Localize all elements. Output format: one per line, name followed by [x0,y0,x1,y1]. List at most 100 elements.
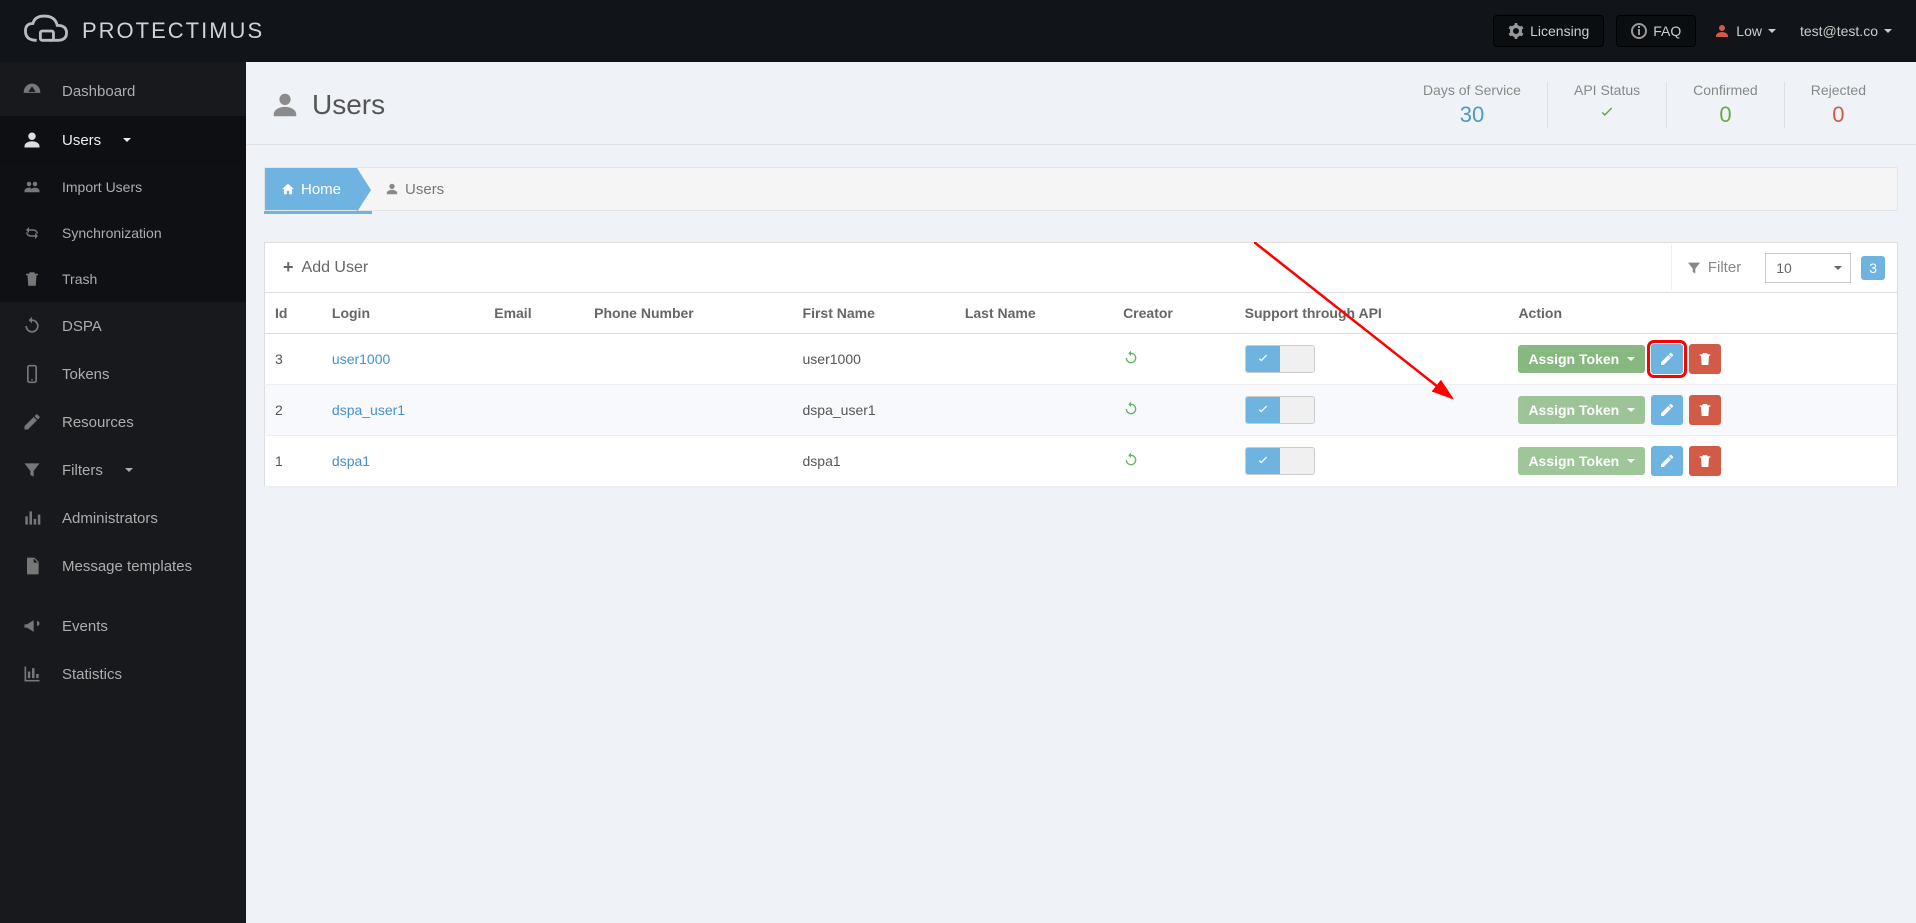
delete-button[interactable] [1689,395,1721,425]
delete-button[interactable] [1689,446,1721,476]
breadcrumb: Home Users [264,167,1898,211]
brand-logo[interactable]: PROTECTIMUS [18,10,264,52]
th-id[interactable]: Id [265,293,322,334]
nav-filters[interactable]: Filters [0,446,246,494]
nav-message-templates[interactable]: Message templates [0,542,246,590]
home-icon [281,182,295,196]
nav-statistics[interactable]: Statistics [0,650,246,698]
cell-last [955,334,1113,385]
dashboard-icon [20,80,44,102]
cell-api [1235,385,1509,436]
nav-dspa[interactable]: DSPA [0,302,246,350]
cell-phone [584,334,792,385]
nav-trash[interactable]: Trash [0,256,246,302]
nav-import-users[interactable]: Import Users [0,164,246,210]
cell-api [1235,436,1509,487]
cell-last [955,436,1113,487]
login-link[interactable]: user1000 [332,351,390,367]
delete-button[interactable] [1689,344,1721,374]
filter-button[interactable]: Filter [1671,245,1755,290]
stat-days: Days of Service 30 [1397,82,1547,128]
cell-email [484,385,584,436]
security-level-dropdown[interactable]: Low [1708,23,1782,39]
edit-icon [1659,351,1675,367]
th-login[interactable]: Login [322,293,484,334]
cell-creator [1113,436,1235,487]
chart-icon [20,664,44,684]
user-icon [270,90,300,120]
edit-button[interactable] [1651,344,1683,374]
nav-tokens[interactable]: Tokens [0,350,246,398]
breadcrumb-home[interactable]: Home [265,168,357,210]
account-dropdown[interactable]: test@test.co [1794,23,1898,39]
add-user-button[interactable]: + Add User [265,243,386,292]
api-toggle[interactable] [1245,396,1315,424]
api-toggle[interactable] [1245,345,1315,373]
nav-resources[interactable]: Resources [0,398,246,446]
licensing-button[interactable]: Licensing [1493,15,1604,47]
caret-down-icon [123,138,131,142]
cell-action: Assign Token [1508,385,1897,436]
topbar: PROTECTIMUS Licensing FAQ Low test@test.… [0,0,1916,62]
sidebar: Dashboard Users Import Users Synchroniza… [0,62,246,923]
plus-icon: + [283,257,294,278]
page-size-select[interactable]: 10 [1765,253,1851,283]
nav-synchronization[interactable]: Synchronization [0,210,246,256]
content-area: Users Days of Service 30 API Status Conf… [246,62,1916,923]
caret-down-icon [1768,29,1776,33]
nav-administrators[interactable]: Administrators [0,494,246,542]
edit-icon [1659,402,1675,418]
caret-down-icon [125,468,133,472]
caret-down-icon [1627,357,1635,361]
cell-phone [584,385,792,436]
brand-text: PROTECTIMUS [82,18,264,44]
assign-token-button[interactable]: Assign Token [1518,396,1645,424]
assign-token-button[interactable]: Assign Token [1518,447,1645,475]
refresh-icon [20,316,44,336]
nav-dashboard[interactable]: Dashboard [0,66,246,116]
table-row: 1 dspa1 dspa1 Assign Token [265,436,1898,487]
check-icon [1246,397,1280,423]
cell-id: 1 [265,436,322,487]
breadcrumb-current: Users [357,168,458,210]
cell-action: Assign Token [1508,334,1897,385]
cell-creator [1113,334,1235,385]
users-icon [20,178,44,196]
nav-users[interactable]: Users [0,116,246,164]
caret-down-icon [1627,408,1635,412]
th-action: Action [1508,293,1897,334]
nav-events[interactable]: Events [0,602,246,650]
th-email[interactable]: Email [484,293,584,334]
faq-button[interactable]: FAQ [1616,15,1696,47]
cloud-lock-icon [18,10,74,52]
table-row: 3 user1000 user1000 Assign Token [265,334,1898,385]
th-first[interactable]: First Name [793,293,955,334]
th-api[interactable]: Support through API [1235,293,1509,334]
mobile-icon [20,364,44,384]
cell-phone [584,436,792,487]
login-link[interactable]: dspa1 [332,453,370,469]
stat-api: API Status [1547,82,1666,128]
th-creator[interactable]: Creator [1113,293,1235,334]
user-icon [385,182,399,196]
trash-icon [1697,453,1713,469]
login-link[interactable]: dspa_user1 [332,402,405,418]
cell-api [1235,334,1509,385]
assign-token-button[interactable]: Assign Token [1518,345,1645,373]
bars-icon [20,508,44,528]
cell-first: dspa1 [793,436,955,487]
th-last[interactable]: Last Name [955,293,1113,334]
toolbar: + Add User Filter 10 3 [264,242,1898,292]
check-icon [1246,346,1280,372]
cell-action: Assign Token [1508,436,1897,487]
sync-icon [1123,401,1139,417]
caret-down-icon [1884,29,1892,33]
api-toggle[interactable] [1245,447,1315,475]
stat-confirmed: Confirmed 0 [1666,82,1784,128]
edit-button[interactable] [1651,395,1683,425]
th-phone[interactable]: Phone Number [584,293,792,334]
gear-icon [1508,23,1524,39]
row-count-badge: 3 [1861,256,1885,280]
edit-button[interactable] [1651,446,1683,476]
user-icon [20,130,44,150]
